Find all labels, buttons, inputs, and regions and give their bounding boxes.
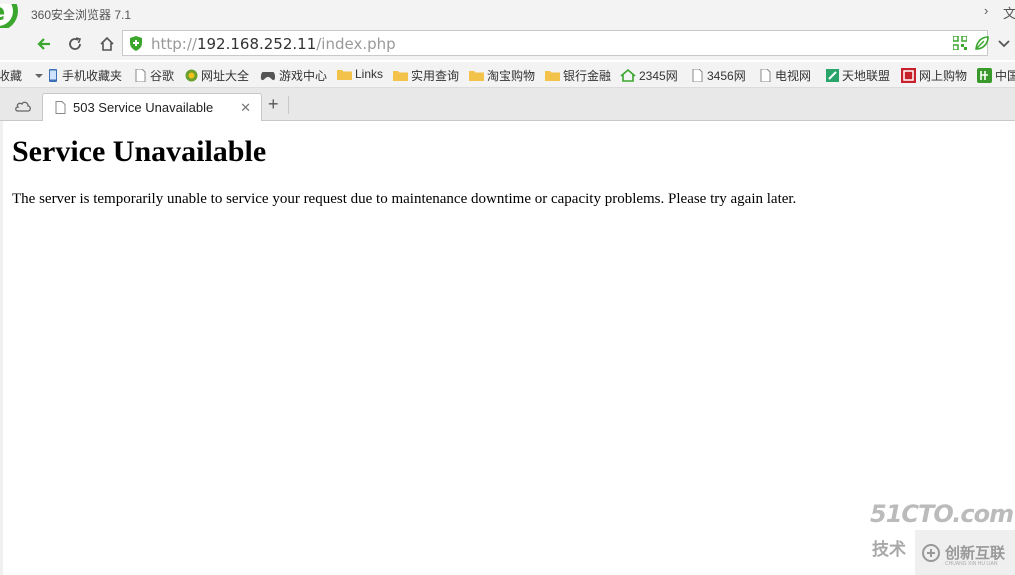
home-icon — [100, 36, 114, 51]
watermark-51cto: 51CTO.com — [870, 500, 1014, 528]
folder-icon — [545, 71, 560, 81]
bookmark-3456[interactable]: 3456网 — [691, 67, 746, 84]
home-button[interactable] — [94, 31, 120, 57]
bookmark-google[interactable]: 谷歌 — [134, 67, 174, 84]
bookmark-game-center[interactable]: 游戏中心 — [260, 67, 327, 84]
site-directory-icon — [185, 69, 198, 82]
bookmarks-bar: 收藏 手机收藏夹 谷歌 网址大全 游戏中心 Links 实用查询 淘宝购物 银行… — [0, 62, 1015, 88]
bookmark-links[interactable]: Links — [337, 67, 383, 81]
tiandi-icon — [826, 69, 839, 82]
page-heading: Service Unavailable — [12, 135, 267, 168]
tab-close-icon[interactable]: ✕ — [240, 100, 251, 116]
address-bar[interactable]: http://192.168.252.11/index.php — [122, 30, 989, 56]
tab-divider — [288, 96, 289, 114]
bookmark-banking[interactable]: 银行金融 — [545, 67, 611, 84]
security-shield-icon — [130, 36, 142, 51]
svg-text:e: e — [0, 4, 5, 26]
reload-button[interactable] — [62, 31, 88, 57]
bookmark-china[interactable]: 中国 — [977, 67, 1015, 84]
bookmark-site-directory[interactable]: 网址大全 — [185, 67, 249, 84]
navigation-bar: http://192.168.252.11/index.php — [0, 28, 1015, 60]
bookmark-useful-query[interactable]: 实用查询 — [393, 67, 459, 84]
house-icon — [620, 69, 636, 82]
folder-icon — [469, 71, 484, 81]
phone-icon — [49, 69, 57, 82]
back-arrow-icon — [37, 38, 50, 50]
title-bar: e 360安全浏览器 7.1 › 文 — [0, 0, 1015, 31]
bookmark-favorites[interactable]: 收藏 — [0, 67, 44, 84]
tab-strip: 503 Service Unavailable ✕ + — [0, 88, 1015, 122]
watermark-partner: 创新互联 CHUANG XIN HU LIAN — [915, 530, 1015, 575]
page-icon — [135, 69, 146, 82]
china-site-icon — [977, 68, 992, 83]
menu-text-button[interactable]: 文 — [1003, 3, 1015, 22]
watermark-slogan: 技术 — [872, 540, 906, 560]
menu-chevron-icon[interactable]: › — [984, 3, 988, 18]
cloud-icon[interactable] — [14, 99, 32, 112]
bookmark-tiandi[interactable]: 天地联盟 — [826, 67, 890, 84]
page-body-text: The server is temporarily unable to serv… — [12, 191, 797, 207]
shopping-icon — [901, 68, 916, 83]
new-tab-button[interactable]: + — [268, 94, 279, 115]
chevron-down-icon — [35, 73, 44, 78]
qr-code-icon[interactable] — [953, 36, 967, 50]
partner-logo-icon — [922, 544, 940, 562]
back-button[interactable] — [31, 31, 57, 57]
page-content: Service Unavailable The server is tempor… — [0, 121, 1015, 575]
window-title: 360安全浏览器 7.1 — [31, 8, 132, 22]
tab-503-service-unavailable[interactable]: 503 Service Unavailable ✕ — [42, 93, 262, 122]
bookmark-2345[interactable]: 2345网 — [620, 67, 678, 84]
watermark-partner-text: 创新互联 — [945, 545, 1006, 562]
address-dropdown-button[interactable] — [994, 31, 1014, 57]
bookmark-mobile[interactable]: 手机收藏夹 — [46, 67, 122, 84]
url-text: http://192.168.252.11/index.php — [151, 35, 396, 53]
watermark-partner-subtext: CHUANG XIN HU LIAN — [945, 561, 998, 567]
folder-icon — [393, 71, 408, 81]
bookmark-taobao[interactable]: 淘宝购物 — [469, 67, 535, 84]
chevron-down-icon — [998, 40, 1010, 48]
bookmark-tv[interactable]: 电视网 — [759, 67, 811, 84]
page-icon — [692, 69, 703, 82]
page-icon — [55, 101, 66, 114]
bookmark-online-shopping[interactable]: 网上购物 — [901, 67, 967, 84]
gamepad-icon — [260, 72, 276, 81]
tab-label: 503 Service Unavailable — [73, 100, 214, 115]
page-icon — [760, 69, 771, 82]
folder-icon — [337, 69, 352, 80]
leaf-icon[interactable] — [975, 36, 989, 50]
reload-icon — [69, 37, 82, 50]
